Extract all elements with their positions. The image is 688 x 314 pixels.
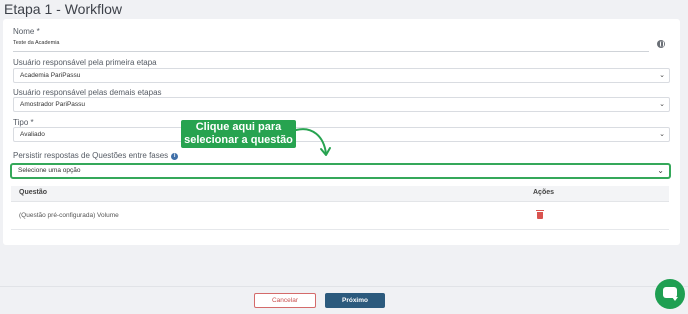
tutorial-callout: Clique aqui para selecionar a questão [181,120,296,148]
chat-icon[interactable] [655,279,685,309]
persist-placeholder: Selecione uma opção [18,167,81,174]
name-input[interactable]: Teste da Academia [13,40,59,46]
type-value: Avaliado [20,131,45,138]
callout-line-1: Clique aqui para [195,121,282,133]
first-user-select[interactable]: Academia PariPassu ⌄ [13,68,670,83]
globe-icon[interactable] [657,40,665,48]
question-cell: (Questão pré-configurada) Volume [19,212,119,219]
type-select[interactable]: Avaliado ⌄ [13,127,670,142]
chevron-down-icon: ⌄ [659,101,665,108]
trash-icon[interactable] [536,210,544,219]
other-users-value: Amostrador PariPassu [20,101,86,108]
persist-label-text: Persistir respostas de Questões entre fa… [13,151,169,160]
first-user-value: Academia PariPassu [20,72,81,79]
curved-arrow-icon [295,128,331,156]
persist-select[interactable]: Selecione uma opção ⌄ [10,163,671,179]
column-header-question: Questão [19,189,48,196]
table-header: Questão Ações [11,186,669,202]
cancel-button[interactable]: Cancelar [254,293,316,308]
chevron-down-icon: ⌄ [657,166,664,175]
chevron-down-icon: ⌄ [659,131,665,138]
name-input-underline [13,51,649,52]
table-row: (Questão pré-configurada) Volume [11,204,669,230]
footer-divider [0,286,688,287]
next-button[interactable]: Próximo [325,293,385,308]
chevron-down-icon: ⌄ [659,72,665,79]
name-label: Nome * [13,27,40,36]
info-icon[interactable]: i [171,153,179,160]
other-users-select[interactable]: Amostrador PariPassu ⌄ [13,97,670,112]
callout-line-2: selecionar a questão [184,134,293,146]
page-title: Etapa 1 - Workflow [4,1,123,17]
column-header-actions: Ações [533,189,555,196]
first-user-label: Usuário responsável pela primeira etapa [13,58,157,67]
other-users-label: Usuário responsável pelas demais etapas [13,88,162,97]
type-label: Tipo * [13,118,34,127]
persist-label: Persistir respostas de Questões entre fa… [13,151,179,160]
